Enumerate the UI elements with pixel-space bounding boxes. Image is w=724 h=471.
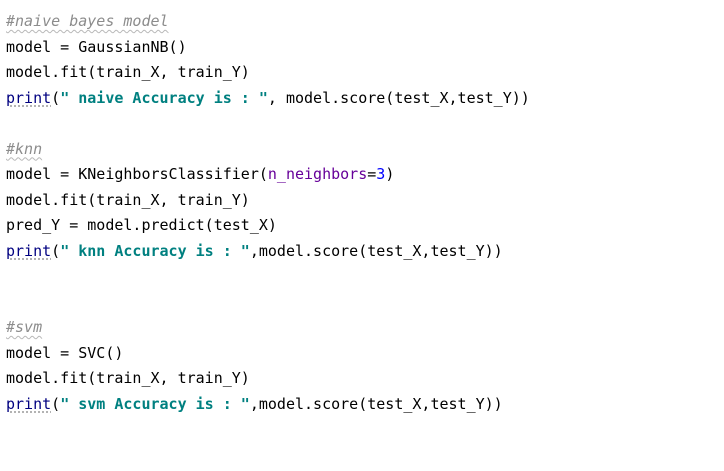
equals-token: = (367, 165, 377, 183)
code-editor[interactable]: #naive bayes model model = GaussianNB() … (6, 9, 724, 471)
code-line-model-svc[interactable]: model = SVC() (6, 341, 724, 367)
variable-token: model (6, 343, 52, 362)
variable-token: model (6, 37, 52, 56)
statement-text: model.fit(train_X, train_Y) (6, 63, 250, 81)
code-line-blank[interactable] (6, 264, 724, 290)
paren-token: ) (385, 165, 395, 183)
code-line-pred-y[interactable]: pred_Y = model.predict(test_X) (6, 213, 724, 239)
operator-token: = (51, 37, 79, 56)
paren-token: ( (51, 394, 61, 413)
statement-text: model.fit(train_X, train_Y) (6, 369, 250, 387)
code-line-blank[interactable] (6, 290, 724, 316)
builtin-print-token: print (6, 394, 52, 413)
code-line-print-svm-accuracy[interactable]: print(" svm Accuracy is : ",model.score(… (6, 392, 724, 418)
call-token: KNeighborsClassifier( (78, 165, 268, 183)
code-line-print-knn-accuracy[interactable]: print(" knn Accuracy is : ",model.score(… (6, 239, 724, 265)
comment-text: #naive bayes model (6, 12, 169, 30)
statement-text: model.fit(train_X, train_Y) (6, 190, 250, 209)
code-line-model-fit[interactable]: model.fit(train_X, train_Y) (6, 366, 724, 392)
string-literal: " knn Accuracy is : " (60, 241, 250, 260)
number-literal: 3 (376, 165, 386, 183)
string-literal: " naive Accuracy is : " (60, 88, 268, 107)
statement-text: pred_Y = model.predict(test_X) (6, 216, 277, 234)
argument-text: ,model.score(test_X,test_Y)) (249, 394, 503, 413)
code-line-print-naive-accuracy[interactable]: print(" naive Accuracy is : ", model.sco… (6, 86, 724, 112)
code-line-comment-knn[interactable]: #knn (6, 137, 724, 163)
operator-token: = (51, 165, 79, 183)
argument-text: ,model.score(test_X,test_Y)) (249, 241, 503, 260)
builtin-print-token: print (6, 88, 52, 107)
comment-text: #knn (6, 139, 43, 158)
string-literal: " svm Accuracy is : " (60, 394, 250, 413)
variable-token: model (6, 165, 52, 183)
argument-text: , model.score(test_X,test_Y)) (267, 88, 530, 107)
code-line-comment-svm[interactable]: #svm (6, 315, 724, 341)
code-line-comment-naive-bayes[interactable]: #naive bayes model (6, 9, 724, 35)
call-token: GaussianNB() (78, 37, 187, 56)
paren-token: ( (51, 241, 61, 260)
paren-token: ( (51, 88, 61, 107)
operator-token: = (51, 343, 79, 362)
comment-text: #svm (6, 318, 43, 336)
call-token: SVC() (78, 343, 124, 362)
code-line-model-gaussiannb[interactable]: model = GaussianNB() (6, 35, 724, 61)
code-line-model-kneighbors[interactable]: model = KNeighborsClassifier(n_neighbors… (6, 162, 724, 188)
keyword-argument-token: n_neighbors (267, 165, 368, 183)
code-line-model-fit[interactable]: model.fit(train_X, train_Y) (6, 188, 724, 214)
builtin-print-token: print (6, 241, 52, 260)
code-line-blank[interactable] (6, 111, 724, 137)
code-line-model-fit[interactable]: model.fit(train_X, train_Y) (6, 60, 724, 86)
